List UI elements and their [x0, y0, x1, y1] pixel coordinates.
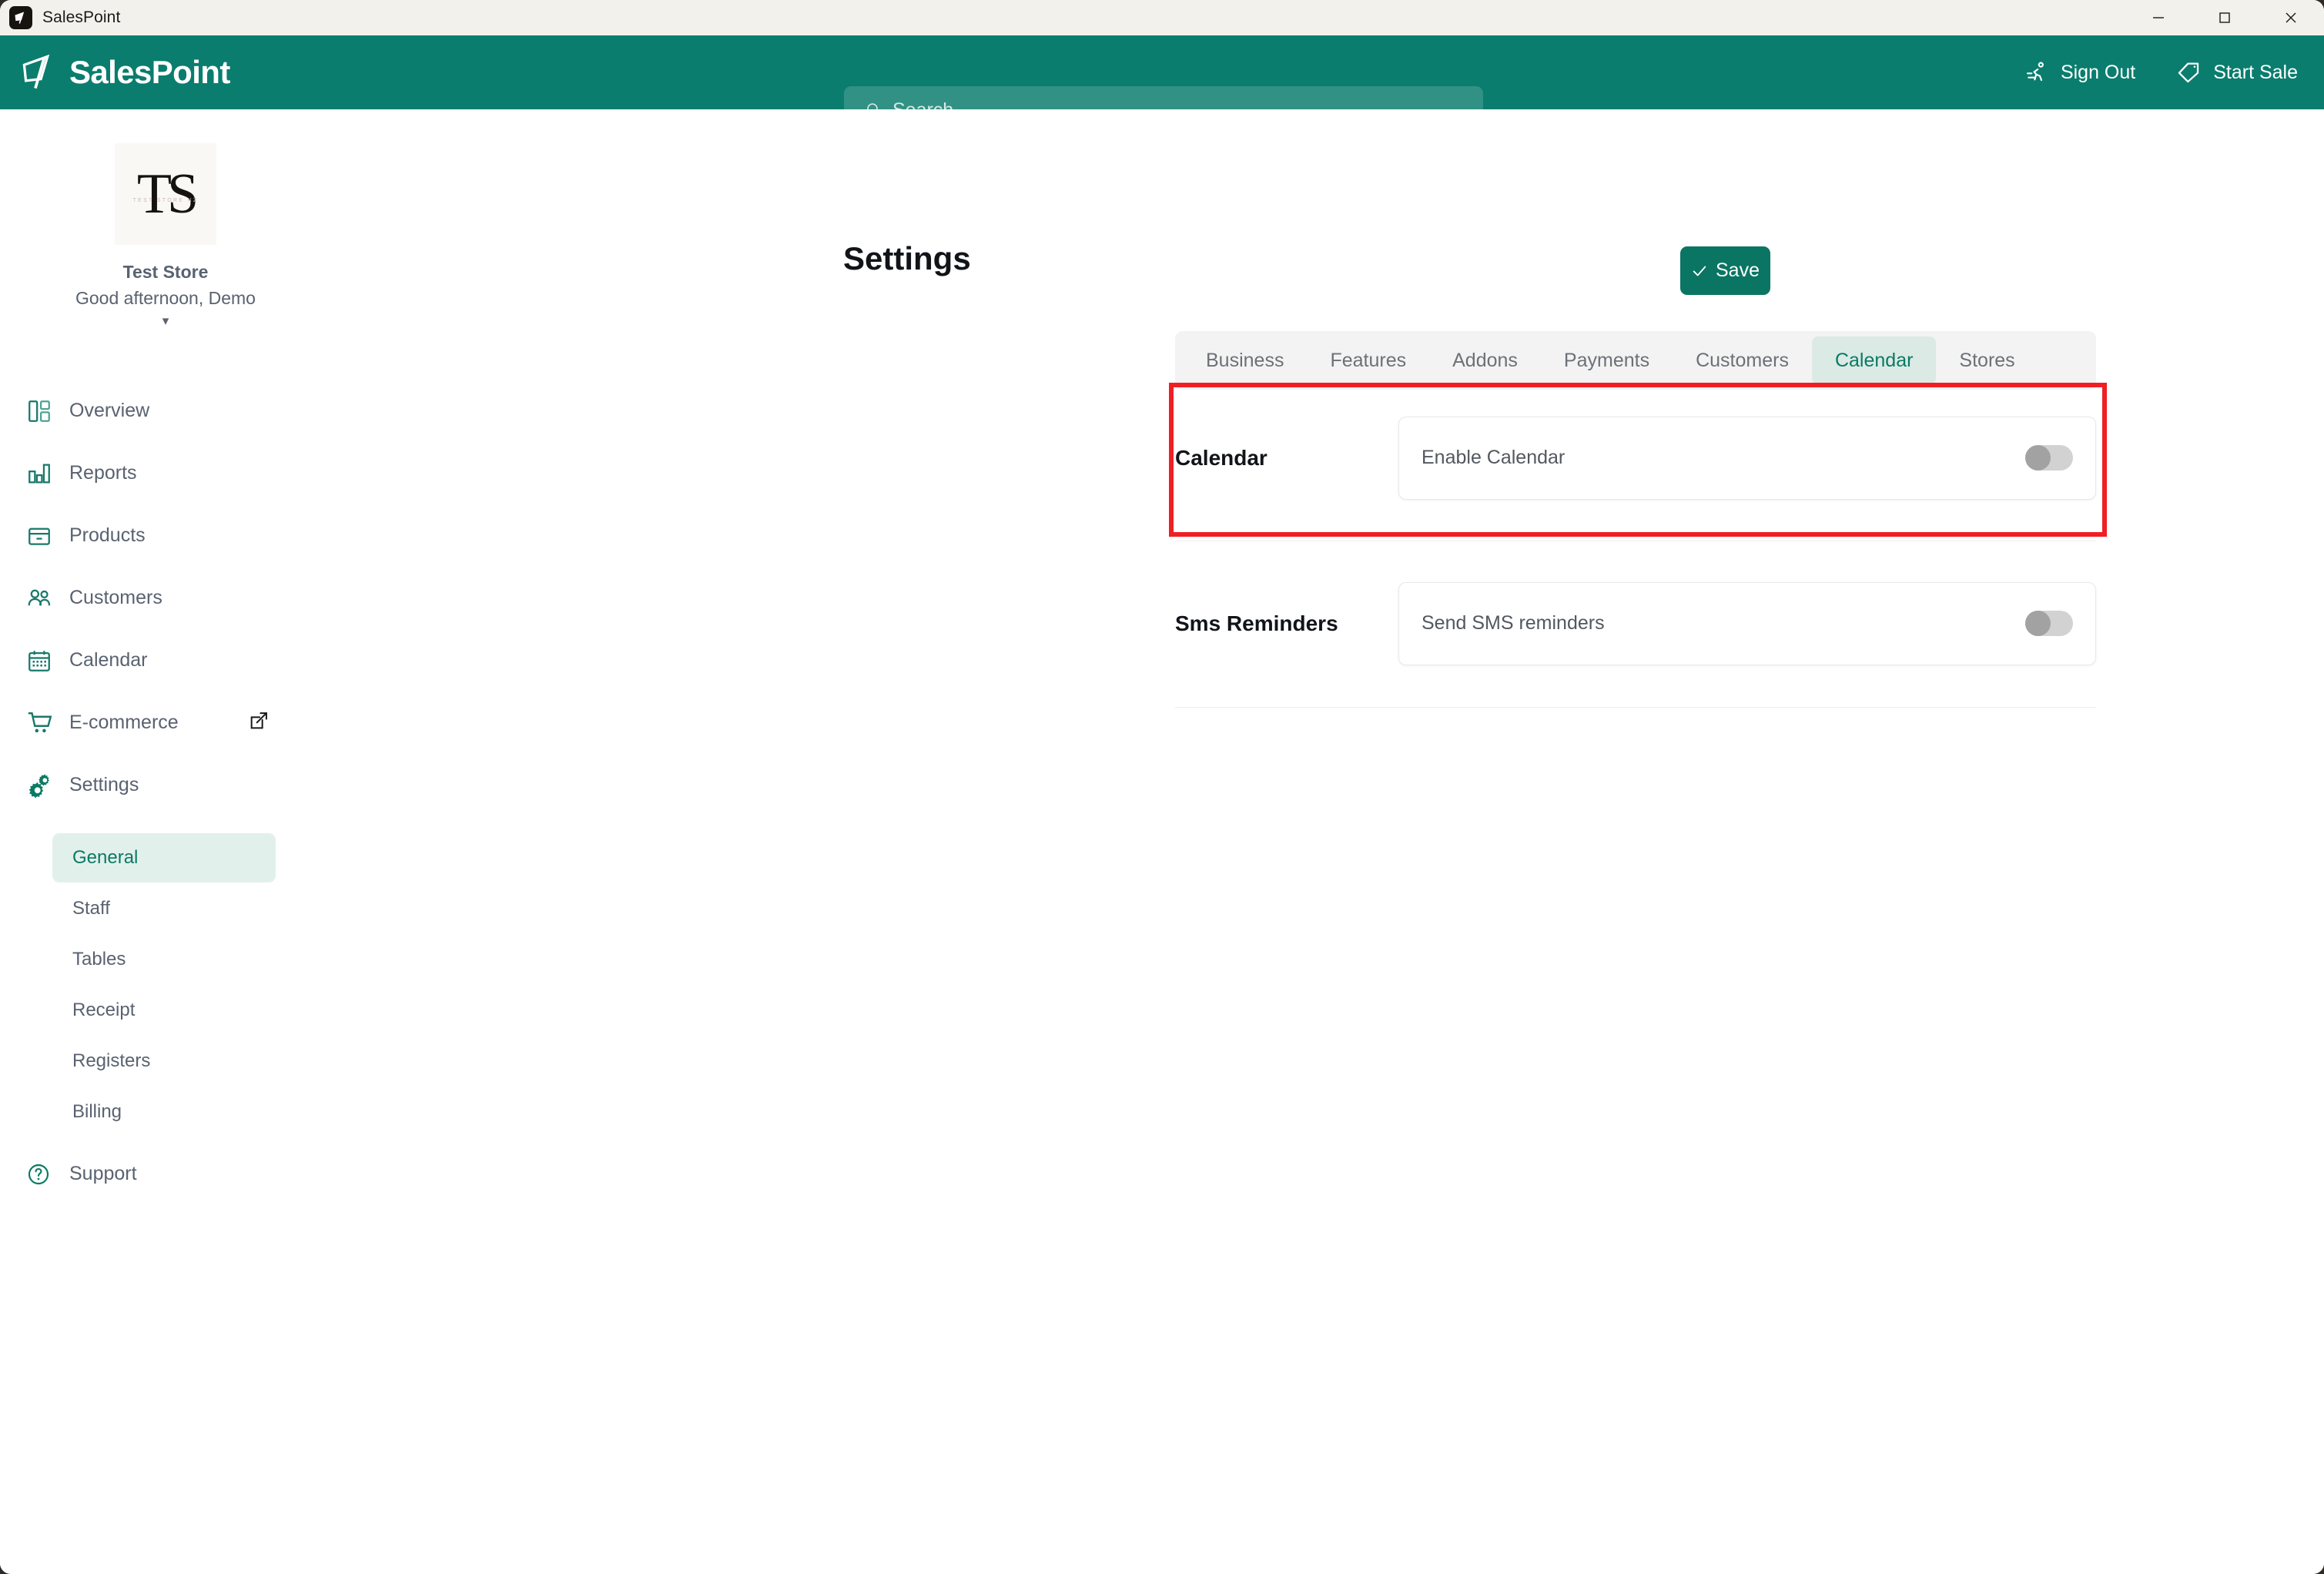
sidebar-item-label: Calendar	[69, 649, 148, 671]
sidebar-item-support[interactable]: Support	[0, 1143, 331, 1205]
send-sms-reminders-toggle[interactable]	[2025, 611, 2073, 636]
tab-label: Payments	[1563, 349, 1650, 371]
tab-stores[interactable]: Stores	[1936, 337, 2038, 384]
app-header: SalesPoint Search Sign Out	[0, 35, 2324, 134]
store-greeting: Good afternoon, Demo	[75, 288, 256, 308]
sms-reminders-section-label: Sms Reminders	[1175, 611, 1338, 635]
check-icon	[1693, 266, 1706, 276]
gears-icon	[26, 772, 59, 799]
store-logo: TS TEST STORE NZ	[115, 143, 216, 245]
enable-calendar-toggle[interactable]	[2025, 445, 2073, 471]
tab-addons[interactable]: Addons	[1429, 337, 1541, 384]
sidebar-item-ecommerce[interactable]: E-commerce	[0, 692, 331, 754]
sidebar-item-products[interactable]: Products	[0, 504, 331, 567]
tab-label: Stores	[1959, 349, 2015, 371]
external-link-icon[interactable]	[248, 710, 270, 735]
store-switcher-chevron-down-icon[interactable]: ▾	[0, 313, 331, 329]
sidebar-subitem-staff[interactable]: Staff	[52, 884, 276, 933]
window-controls	[2125, 0, 2324, 35]
enable-calendar-label: Enable Calendar	[1422, 447, 1566, 468]
close-button[interactable]	[2258, 0, 2324, 35]
sidebar-nav: Overview Reports Products Customers Cale…	[0, 380, 331, 1205]
tab-label: Calendar	[1834, 349, 1914, 371]
tab-label: Business	[1206, 349, 1284, 371]
toggle-knob	[2025, 445, 2051, 471]
minimize-button[interactable]	[2125, 0, 2192, 35]
brand-name: SalesPoint	[69, 54, 230, 90]
sidebar-subitem-label: General	[72, 847, 139, 868]
send-sms-reminders-card: Send SMS reminders	[1398, 581, 2096, 665]
sidebar-subitem-receipt[interactable]: Receipt	[52, 986, 276, 1035]
sidebar-item-label: E-commerce	[69, 712, 179, 733]
calendar-section: Calendar Enable Calendar	[1175, 410, 2096, 506]
sign-out-label: Sign Out	[2060, 61, 2136, 83]
salespoint-logo-icon	[22, 54, 50, 89]
sidebar-item-label: Customers	[69, 587, 162, 608]
sidebar: TS TEST STORE NZ Test Store Good afterno…	[0, 109, 331, 1574]
sidebar-subitem-label: Tables	[72, 949, 126, 970]
settings-tabs: Business Features Addons Payments Custom…	[1175, 331, 2096, 390]
title-bar: SalesPoint	[0, 0, 2324, 35]
calendar-icon	[26, 648, 59, 674]
sidebar-item-label: Support	[69, 1163, 137, 1184]
brand: SalesPoint	[20, 52, 230, 92]
sidebar-item-label: Overview	[69, 400, 150, 421]
sidebar-subitem-registers[interactable]: Registers	[52, 1036, 276, 1086]
sidebar-subitem-label: Staff	[72, 898, 110, 919]
sidebar-item-label: Products	[69, 524, 146, 546]
sidebar-subitem-label: Billing	[72, 1101, 122, 1122]
sidebar-item-customers[interactable]: Customers	[0, 567, 331, 629]
tab-features[interactable]: Features	[1307, 337, 1429, 384]
sidebar-item-label: Settings	[69, 774, 139, 795]
app-icon	[9, 6, 32, 29]
tab-business[interactable]: Business	[1183, 337, 1307, 384]
maximize-button[interactable]	[2192, 0, 2258, 35]
sidebar-subitem-label: Registers	[72, 1050, 151, 1071]
calendar-section-label: Calendar	[1175, 445, 1267, 470]
send-sms-reminders-label: Send SMS reminders	[1422, 612, 1605, 634]
tag-icon	[2178, 62, 2199, 83]
store-name: Test Store	[122, 262, 209, 282]
sign-out-button[interactable]: Sign Out	[2024, 60, 2135, 85]
sidebar-item-label: Reports	[69, 462, 137, 484]
page-title: Settings	[843, 240, 971, 276]
store-logo-subtext: TEST STORE NZ	[132, 198, 199, 204]
tab-label: Addons	[1452, 349, 1518, 371]
header-actions: Sign Out Start Sale	[2024, 35, 2298, 109]
window-title: SalesPoint	[42, 8, 121, 26]
store-logo-initials: TS	[136, 162, 199, 226]
shopping-cart-icon	[26, 709, 59, 737]
enable-calendar-card: Enable Calendar	[1398, 416, 2096, 500]
toggle-knob	[2025, 611, 2051, 636]
tab-payments[interactable]: Payments	[1541, 337, 1673, 384]
section-divider	[1175, 707, 2096, 708]
tab-label: Customers	[1696, 349, 1789, 371]
tab-calendar[interactable]: Calendar	[1811, 337, 1937, 384]
sidebar-item-calendar[interactable]: Calendar	[0, 629, 331, 692]
sidebar-item-settings[interactable]: Settings	[0, 754, 331, 816]
sidebar-subitem-general[interactable]: General	[52, 833, 276, 882]
main-content: Settings Save Business Features Addons P…	[331, 109, 2324, 1574]
question-circle-icon	[26, 1162, 59, 1187]
sidebar-subitem-label: Receipt	[72, 1000, 136, 1020]
sidebar-subitem-tables[interactable]: Tables	[52, 935, 276, 984]
app-window: SalesPoint SalesPoint Sign Out Start Sal…	[0, 0, 2324, 1574]
box-icon	[26, 523, 59, 549]
tab-label: Features	[1330, 349, 1407, 371]
tab-customers[interactable]: Customers	[1673, 337, 1812, 384]
bar-chart-icon	[26, 460, 59, 487]
people-icon	[26, 585, 59, 611]
sms-reminders-section: Sms Reminders Send SMS reminders	[1175, 575, 2096, 671]
dashboard-icon	[26, 398, 59, 424]
save-button[interactable]: Save	[1680, 246, 1770, 295]
start-sale-button[interactable]: Start Sale	[2175, 59, 2298, 85]
start-sale-label: Start Sale	[2213, 61, 2298, 83]
sidebar-subitem-billing[interactable]: Billing	[52, 1087, 276, 1137]
sidebar-item-reports[interactable]: Reports	[0, 442, 331, 504]
running-person-icon	[2026, 62, 2044, 82]
save-label: Save	[1716, 260, 1760, 281]
sidebar-item-overview[interactable]: Overview	[0, 380, 331, 442]
